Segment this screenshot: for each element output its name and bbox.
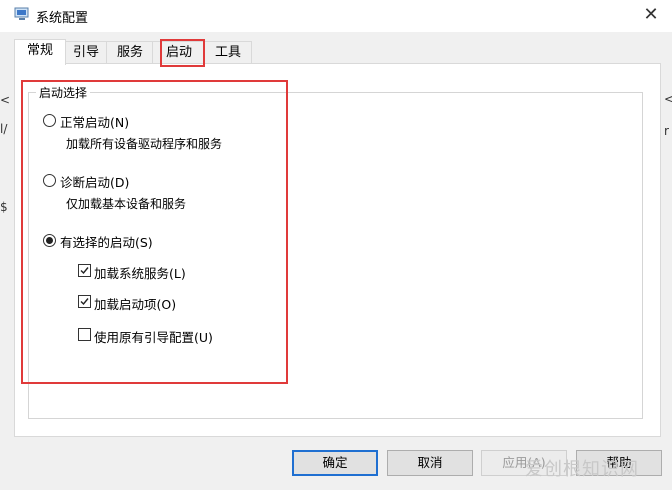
title-bar: 系统配置 ✕: [0, 0, 672, 32]
diagnostic-startup-description: 仅加载基本设备和服务: [66, 197, 187, 211]
radio-label: 诊断启动(D): [60, 175, 130, 190]
tab-tools[interactable]: 工具: [204, 41, 252, 64]
background-fragment: <: [664, 92, 672, 106]
tab-boot[interactable]: 引导: [64, 41, 108, 64]
tab-label: 常规: [26, 43, 53, 58]
diagnostic-startup-radio[interactable]: 诊断启动(D): [43, 172, 129, 191]
background-fragment: $: [0, 200, 8, 214]
checkmark-icon: [80, 298, 89, 306]
watermark: 爱创根知识网: [525, 459, 639, 480]
checkbox-label: 加载系统服务(L): [94, 266, 186, 281]
checkbox-checked[interactable]: [78, 295, 91, 308]
ok-button[interactable]: 确定: [292, 450, 378, 476]
load-system-services-checkbox[interactable]: 加载系统服务(L): [78, 263, 186, 282]
tab-label: 启动: [165, 45, 192, 60]
checkmark-icon: [80, 267, 89, 275]
radio-button-selected[interactable]: [43, 234, 56, 247]
system-configuration-window: 系统配置 ✕ < l/ $ < r 常规 引导 服务 启动 工具 启动选择 正常…: [0, 0, 672, 490]
background-fragment: l/: [0, 122, 8, 136]
tab-services[interactable]: 服务: [106, 41, 154, 64]
normal-startup-radio[interactable]: 正常启动(N): [43, 112, 129, 131]
tab-label: 引导: [72, 45, 99, 60]
checkbox-unchecked[interactable]: [78, 328, 91, 341]
window-title: 系统配置: [36, 11, 89, 26]
tab-general[interactable]: 常规: [14, 39, 66, 65]
checkbox-label: 加载启动项(O): [94, 297, 177, 312]
selective-startup-radio[interactable]: 有选择的启动(S): [43, 232, 153, 251]
radio-label: 有选择的启动(S): [60, 235, 153, 250]
load-startup-items-checkbox[interactable]: 加载启动项(O): [78, 294, 176, 313]
checkbox-label: 使用原有引导配置(U): [94, 330, 213, 345]
normal-startup-description: 加载所有设备驱动程序和服务: [66, 137, 223, 151]
cancel-button[interactable]: 取消: [387, 450, 473, 476]
checkbox-checked[interactable]: [78, 264, 91, 277]
group-label: 启动选择: [36, 84, 91, 101]
tab-startup[interactable]: 启动: [152, 41, 206, 64]
tab-label: 服务: [116, 45, 143, 60]
use-original-boot-config-checkbox[interactable]: 使用原有引导配置(U): [78, 327, 213, 346]
background-fragment: r: [664, 124, 669, 138]
radio-button[interactable]: [43, 114, 56, 127]
radio-label: 正常启动(N): [60, 115, 130, 130]
tab-label: 工具: [214, 45, 241, 60]
close-icon[interactable]: ✕: [630, 0, 672, 32]
msconfig-icon: [14, 7, 30, 21]
background-fragment: <: [0, 93, 11, 107]
radio-button[interactable]: [43, 174, 56, 187]
